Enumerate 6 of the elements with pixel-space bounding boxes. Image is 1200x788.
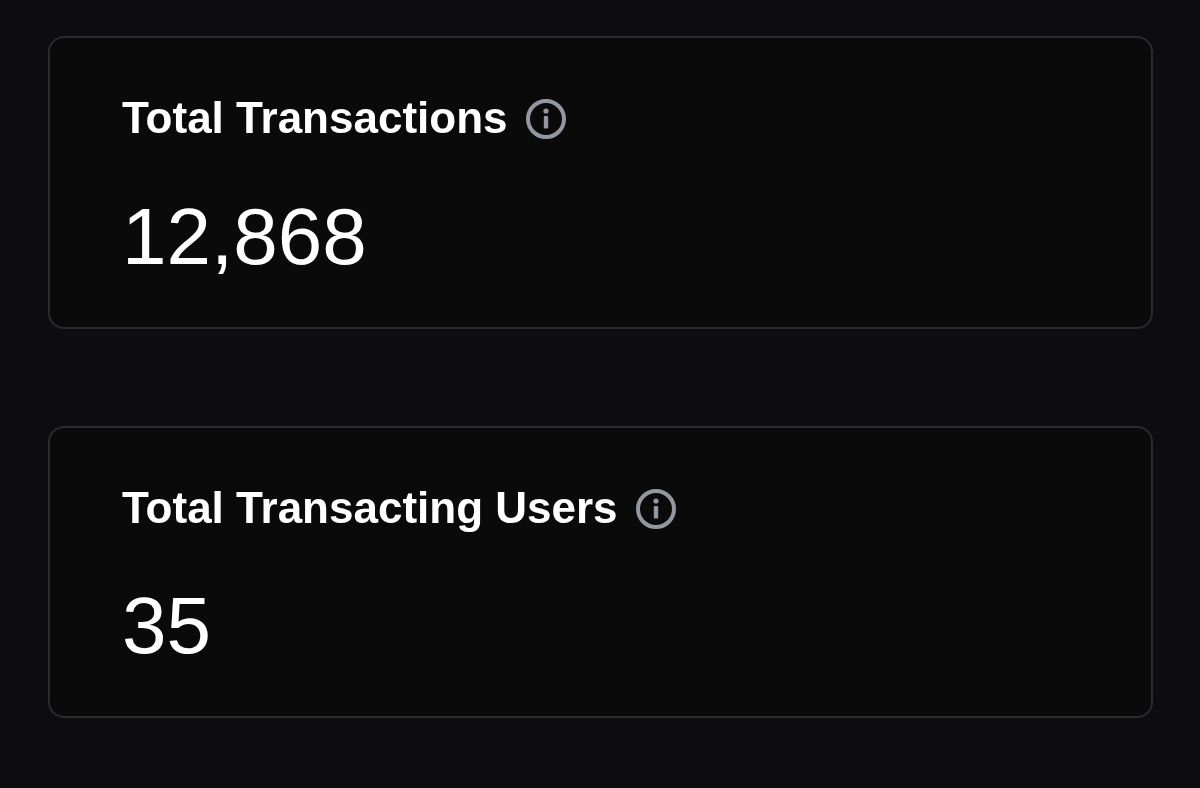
metric-value: 12,868 <box>122 190 368 283</box>
metric-title: Total Transactions <box>122 93 508 144</box>
info-icon[interactable] <box>635 488 676 529</box>
metric-title: Total Transacting Users <box>122 482 618 534</box>
metric-value: 35 <box>122 580 212 673</box>
info-icon[interactable] <box>525 99 566 140</box>
